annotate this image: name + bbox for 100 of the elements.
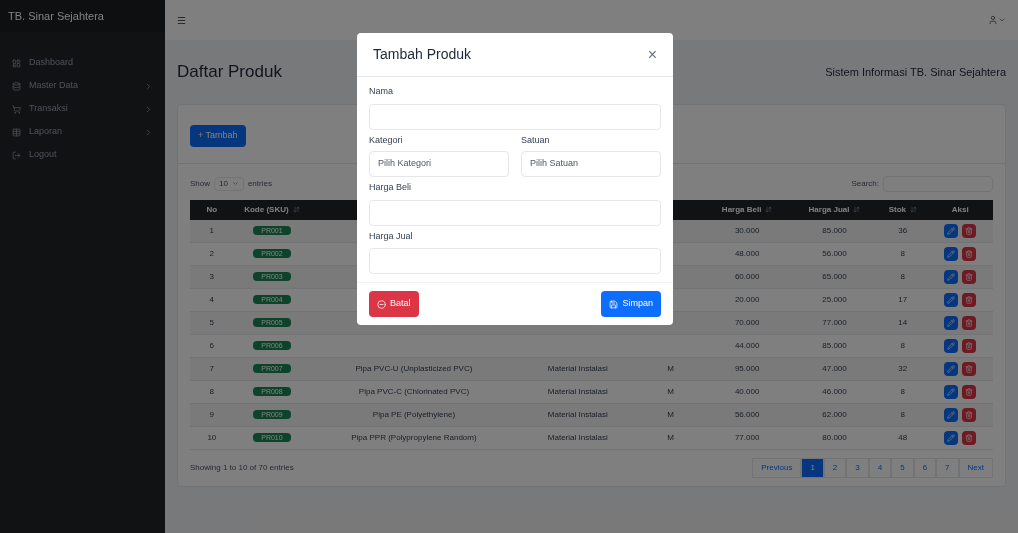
table-cell: 56.000: [734, 410, 760, 419]
table-cell: 8: [900, 341, 906, 350]
edit-button[interactable]: [944, 247, 959, 261]
table-cell: 77.000: [822, 318, 847, 327]
column-header[interactable]: Harga Beli: [721, 203, 762, 216]
edit-button[interactable]: [944, 223, 959, 238]
sidebar-item[interactable]: Master Data: [12, 79, 153, 93]
delete-button[interactable]: [962, 270, 977, 284]
table-cell: 70.000: [734, 318, 760, 327]
table-cell: 3: [209, 272, 215, 281]
table-cell: 4: [209, 295, 215, 304]
delete-button[interactable]: [962, 362, 977, 376]
input-field[interactable]: [369, 248, 661, 274]
page-link[interactable]: 6: [913, 458, 937, 478]
delete-button[interactable]: [962, 293, 977, 307]
table-cell: 7: [209, 364, 215, 373]
table-cell: 85.000: [822, 225, 847, 235]
table-info: Showing 1 to 10 of 70 entries: [190, 462, 294, 474]
add-button[interactable]: + Tambah: [190, 125, 246, 147]
field-label: Harga Beli: [369, 181, 413, 194]
table-cell: M: [667, 433, 674, 442]
page-size-select[interactable]: 10: [214, 176, 244, 191]
minus-circle-icon: [377, 299, 386, 309]
table-cell: M: [667, 364, 674, 373]
user-menu[interactable]: [988, 15, 1006, 25]
delete-button[interactable]: [962, 408, 977, 422]
table-cell: 56.000: [822, 249, 847, 258]
delete-button[interactable]: [962, 385, 977, 399]
field-label: Nama: [369, 85, 394, 98]
delete-button[interactable]: [962, 316, 977, 330]
edit-button[interactable]: [944, 270, 959, 284]
table-cell: 10: [207, 433, 217, 442]
edit-button[interactable]: [944, 316, 959, 330]
table-cell: M: [667, 387, 674, 396]
sort-icon[interactable]: [853, 206, 861, 213]
page-subtitle: Sistem Informasi TB. Sinar Sejahtera: [825, 64, 1006, 80]
page-link[interactable]: Previous: [752, 458, 802, 478]
input-field[interactable]: [369, 103, 661, 130]
edit-button[interactable]: [944, 431, 959, 445]
edit-button[interactable]: [944, 362, 959, 376]
table-cell: 17: [898, 295, 908, 304]
table-cell: Material Instalasi: [547, 433, 608, 442]
table-cell: 85.000: [822, 341, 847, 350]
save-icon: [609, 299, 619, 309]
field-label: Harga Jual: [369, 229, 414, 243]
sidebar-item[interactable]: Transaksi: [12, 102, 153, 116]
column-header[interactable]: Harga Jual: [808, 203, 850, 216]
menu-toggle[interactable]: ☰: [177, 12, 186, 28]
table-cell: 14: [898, 318, 908, 327]
sort-icon[interactable]: [292, 206, 300, 213]
table-cell: 80.000: [822, 433, 847, 442]
page-link[interactable]: Next: [958, 458, 993, 478]
table-cell: 36: [898, 225, 908, 235]
edit-button[interactable]: [944, 408, 959, 422]
sidebar-item[interactable]: Logout: [12, 148, 153, 162]
page-link[interactable]: 1: [801, 458, 824, 478]
sidebar-item[interactable]: Dashboard: [12, 56, 153, 70]
table-cell: Pipa PVC-U (Unplasticized PVC): [355, 364, 473, 373]
select-field[interactable]: Pilih Satuan: [521, 151, 661, 177]
show-label: Show: [190, 177, 210, 190]
table-cell: 48.000: [734, 249, 760, 258]
table-cell: Pipa PE (Polyethylene): [372, 410, 456, 419]
table-cell: 30.000: [734, 225, 760, 235]
dashboard-icon: [12, 58, 21, 68]
logout-icon: [12, 150, 21, 160]
close-button[interactable]: ×: [647, 42, 657, 67]
page-link[interactable]: 3: [846, 458, 869, 478]
cancel-button[interactable]: Batal: [369, 291, 419, 317]
input-field[interactable]: [369, 199, 661, 226]
table-cell: 77.000: [734, 433, 760, 442]
sidebar-item[interactable]: Laporan: [12, 125, 153, 139]
delete-button[interactable]: [962, 431, 977, 445]
page-link[interactable]: 5: [891, 458, 914, 478]
delete-button[interactable]: [962, 247, 977, 261]
table-cell: Material Instalasi: [547, 387, 608, 396]
column-header[interactable]: No: [206, 203, 218, 216]
save-button[interactable]: Simpan: [601, 291, 661, 317]
column-header[interactable]: Aksi: [951, 203, 969, 216]
edit-button[interactable]: [944, 293, 959, 307]
entries-label: entries: [247, 177, 272, 190]
page-link[interactable]: 4: [868, 458, 892, 478]
table-cell: Material Instalasi: [547, 364, 608, 373]
table-cell: 48: [898, 433, 908, 442]
column-header[interactable]: Stok: [888, 203, 906, 216]
select-field[interactable]: Pilih Kategori: [369, 151, 509, 177]
table-cell: 8: [900, 249, 906, 258]
delete-button[interactable]: [962, 339, 977, 353]
modal-title: Tambah Produk: [373, 45, 472, 64]
table-cell: 8: [900, 387, 906, 396]
page-link[interactable]: 7: [936, 458, 959, 478]
column-header[interactable]: Kode (SKU): [244, 203, 289, 216]
sort-icon[interactable]: [910, 206, 917, 213]
table-cell: 1: [209, 225, 215, 235]
table-cell: 44.000: [734, 341, 760, 350]
delete-button[interactable]: [962, 223, 977, 238]
sort-icon[interactable]: [765, 206, 773, 213]
table-cell: 40.000: [734, 387, 760, 396]
page-link[interactable]: 2: [823, 458, 847, 478]
edit-button[interactable]: [944, 385, 959, 399]
edit-button[interactable]: [944, 339, 959, 353]
